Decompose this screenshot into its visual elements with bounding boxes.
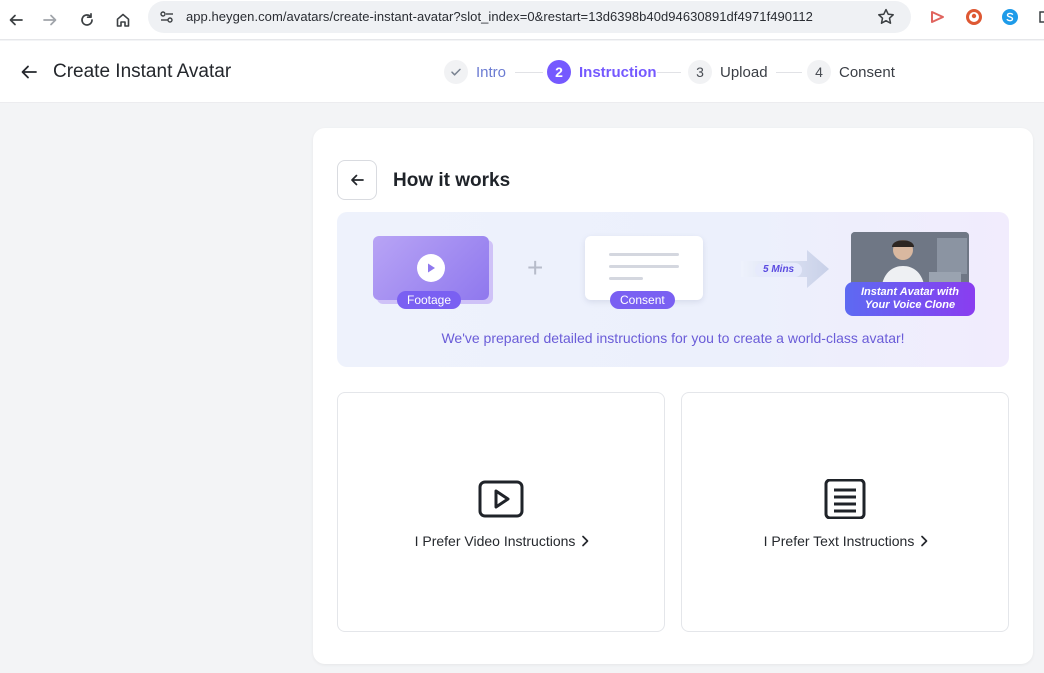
site-settings-icon[interactable] [158,8,176,26]
step-upload[interactable]: 3 Upload [688,59,768,85]
extensions-puzzle-icon[interactable] [1034,7,1044,27]
chevron-right-icon [921,535,928,547]
text-instructions-option[interactable]: I Prefer Text Instructions [681,392,1009,632]
step-number: 3 [688,60,712,84]
address-bar[interactable]: app.heygen.com/avatars/create-instant-av… [148,1,911,33]
footage-label: Footage [397,291,462,309]
option-text: I Prefer Text Instructions [763,533,915,549]
plus-icon: + [527,252,544,283]
arrow-left-icon [351,174,364,186]
card-back-button[interactable] [337,160,377,200]
step-label: Consent [839,63,895,81]
consent-label: Consent [610,291,675,309]
doc-line [609,277,643,280]
video-instructions-option[interactable]: I Prefer Video Instructions [337,392,665,632]
browser-back-button[interactable] [2,6,30,34]
step-label: Intro [476,63,507,81]
arrow-right-icon [43,14,57,26]
address-url[interactable]: app.heygen.com/avatars/create-instant-av… [186,9,813,24]
chevron-right-icon [582,535,589,547]
card-title: How it works [393,170,511,191]
exit-back-button[interactable] [16,59,42,85]
text-instructions-label: I Prefer Text Instructions [682,533,1010,549]
page-title: Create Instant Avatar [53,61,232,82]
step-connector [515,72,543,73]
step-intro[interactable]: Intro [444,59,506,85]
browser-toolbar: app.heygen.com/avatars/create-instant-av… [0,0,1044,40]
browser-forward-button[interactable] [36,6,64,34]
step-completed-indicator [444,60,468,84]
banner-caption: We've prepared detailed instructions for… [441,330,905,346]
doc-line [609,265,679,268]
video-play-icon [478,479,524,519]
checkmark-icon [451,68,461,76]
home-icon [116,13,130,27]
app-header: Create Instant Avatar Intro 2 Instructio… [0,41,1044,103]
avatar-result-line1: Instant Avatar with [861,286,959,298]
arrow-left-icon [21,65,37,79]
avatar-result-badge: Instant Avatar with Your Voice Clone [845,282,975,316]
instructions-card: How it works Footage + Consent 5 Mins In… [313,128,1033,664]
duration-label: 5 Mins [755,263,803,277]
step-label: Upload [720,63,768,81]
bookmark-star-icon[interactable] [876,7,896,27]
step-connector [776,72,802,73]
arrow-left-icon [9,14,23,26]
browser-reload-button[interactable] [73,6,101,34]
extension-duckduckgo-icon[interactable] [964,7,984,27]
step-consent[interactable]: 4 Consent [807,59,895,85]
avatar-result-line2: Your Voice Clone [864,299,956,311]
browser-home-button[interactable] [109,6,137,34]
play-icon [417,254,445,282]
step-number: 2 [547,60,571,84]
step-number: 4 [807,60,831,84]
step-instruction[interactable]: 2 Instruction [547,59,657,85]
video-instructions-label: I Prefer Video Instructions [338,533,666,549]
extension-play-icon[interactable] [927,7,947,27]
step-label: Instruction [579,63,657,81]
extension-skype-icon[interactable] [1000,7,1020,27]
how-it-works-banner: Footage + Consent 5 Mins Instant Avatar [337,212,1009,367]
text-document-icon [822,479,868,519]
doc-line [609,253,679,256]
option-text: I Prefer Video Instructions [414,533,576,549]
reload-icon [81,12,93,26]
step-connector [657,72,681,73]
